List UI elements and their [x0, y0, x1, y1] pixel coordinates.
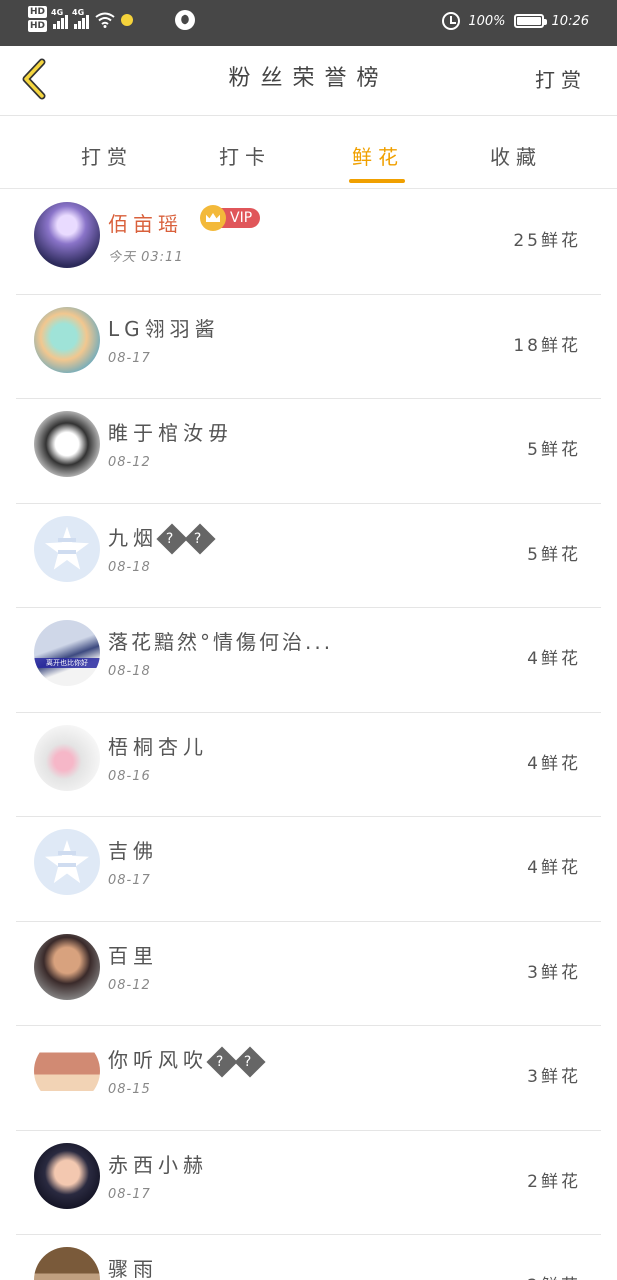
- avatar[interactable]: [34, 306, 100, 373]
- page-title: 粉丝荣誉榜: [228, 66, 389, 91]
- nav-header: 粉丝荣誉榜 打赏: [0, 46, 617, 116]
- date: 08-12: [108, 455, 151, 470]
- avatar[interactable]: [34, 1038, 100, 1104]
- tab-flowers[interactable]: 鲜花: [352, 141, 404, 170]
- tab-checkin[interactable]: 打卡: [219, 141, 271, 170]
- user-name: LG翎羽酱: [108, 316, 220, 341]
- alarm-icon: [442, 12, 461, 30]
- flower-count: 4鲜花: [527, 649, 581, 669]
- date: 今天 03:11: [108, 250, 184, 265]
- avatar[interactable]: [34, 829, 100, 895]
- list-item[interactable]: 离开也比你好 落花黯然°情傷何治... 08-18 4鲜花: [16, 608, 601, 713]
- avatar[interactable]: [34, 933, 100, 1000]
- signal-icon: 4G: [51, 8, 69, 29]
- flower-count: 4鲜花: [527, 858, 581, 878]
- avatar[interactable]: 离开也比你好: [34, 620, 100, 686]
- user-name: 骤雨: [108, 1257, 158, 1280]
- date: 08-17: [108, 873, 151, 888]
- user-name: 百里: [108, 943, 158, 968]
- flower-count: 18鲜花: [513, 335, 581, 356]
- list-item[interactable]: 九烟?? 08-18 5鲜花: [16, 504, 601, 608]
- list-item[interactable]: 佰亩瑶 VIP 今天 03:11 25鲜花: [16, 190, 601, 295]
- list-item[interactable]: 吉佛 08-17 4鲜花: [16, 817, 601, 922]
- tab-favorites[interactable]: 收藏: [490, 141, 542, 170]
- hd-indicator: HD HD: [28, 6, 48, 32]
- avatar[interactable]: [34, 1247, 100, 1280]
- notification-bulb-icon: [121, 14, 134, 26]
- battery-icon: [513, 14, 547, 28]
- date: 08-15: [108, 1082, 151, 1097]
- user-name: 落花黯然°情傷何治...: [108, 630, 334, 654]
- user-name: 九烟: [108, 525, 158, 550]
- list-item[interactable]: 赤西小赫 08-17 2鲜花: [16, 1131, 601, 1235]
- date: 08-16: [108, 768, 151, 784]
- signal-icon: 4G: [72, 8, 90, 29]
- flower-count: 3鲜花: [527, 962, 581, 983]
- flower-count: 3鲜花: [527, 1067, 581, 1087]
- unknown-glyph-icon: ?: [184, 523, 216, 555]
- flower-count: 2鲜花: [527, 1171, 581, 1192]
- unknown-glyph-icon: ?: [206, 1045, 238, 1078]
- status-bar: HD HD 4G 4G 100% 10:26: [0, 0, 617, 46]
- unknown-glyph-icon: ?: [156, 523, 188, 555]
- fan-list: 佰亩瑶 VIP 今天 03:11 25鲜花 LG翎羽酱 08-17 18鲜花 睢…: [0, 190, 617, 1280]
- user-name-wrap: 你听风吹??: [108, 1044, 266, 1078]
- date: 08-18: [108, 664, 151, 679]
- user-name-wrap: 九烟??: [108, 522, 216, 555]
- clock: 10:26: [551, 13, 589, 29]
- user-name: 你听风吹: [108, 1048, 208, 1072]
- flower-count: 5鲜花: [527, 440, 581, 460]
- list-item[interactable]: 睢于棺汝毋 08-12 5鲜花: [16, 399, 601, 504]
- reward-button[interactable]: 打赏: [535, 64, 587, 93]
- flower-count: 25鲜花: [513, 231, 581, 251]
- tab-bar: 打赏 打卡 鲜花 收藏: [0, 117, 617, 189]
- avatar[interactable]: [34, 411, 100, 477]
- user-name: 吉佛: [108, 839, 158, 863]
- avatar[interactable]: [34, 1142, 100, 1209]
- active-tab-indicator: [349, 179, 405, 183]
- list-item[interactable]: 百里 08-12 3鲜花: [16, 922, 601, 1026]
- battery-percent: 100%: [468, 13, 506, 29]
- date: 08-18: [108, 559, 151, 575]
- app-notification-icon: [175, 10, 196, 30]
- avatar[interactable]: [34, 202, 100, 268]
- flower-count: 5鲜花: [527, 544, 581, 565]
- list-item[interactable]: LG翎羽酱 08-17 18鲜花: [16, 295, 601, 399]
- avatar[interactable]: [34, 515, 100, 582]
- unknown-glyph-icon: ?: [234, 1045, 266, 1078]
- tab-reward[interactable]: 打赏: [81, 141, 133, 170]
- user-name: 赤西小赫: [108, 1152, 208, 1177]
- crown-icon: [200, 205, 226, 231]
- avatar[interactable]: [34, 724, 100, 791]
- user-name: 睢于棺汝毋: [108, 421, 233, 445]
- user-name: 佰亩瑶: [108, 212, 183, 236]
- list-item[interactable]: 骤雨 2鲜花: [16, 1235, 601, 1280]
- date: 08-17: [108, 1186, 151, 1202]
- wifi-icon: [95, 12, 115, 28]
- vip-badge: VIP: [200, 205, 261, 231]
- date: 08-17: [108, 350, 151, 366]
- date: 08-12: [108, 977, 151, 993]
- flower-count: 2鲜花: [527, 1271, 581, 1280]
- user-name: 梧桐杏儿: [108, 734, 208, 759]
- list-item[interactable]: 你听风吹?? 08-15 3鲜花: [16, 1026, 601, 1131]
- list-item[interactable]: 梧桐杏儿 08-16 4鲜花: [16, 713, 601, 817]
- flower-count: 4鲜花: [527, 753, 581, 774]
